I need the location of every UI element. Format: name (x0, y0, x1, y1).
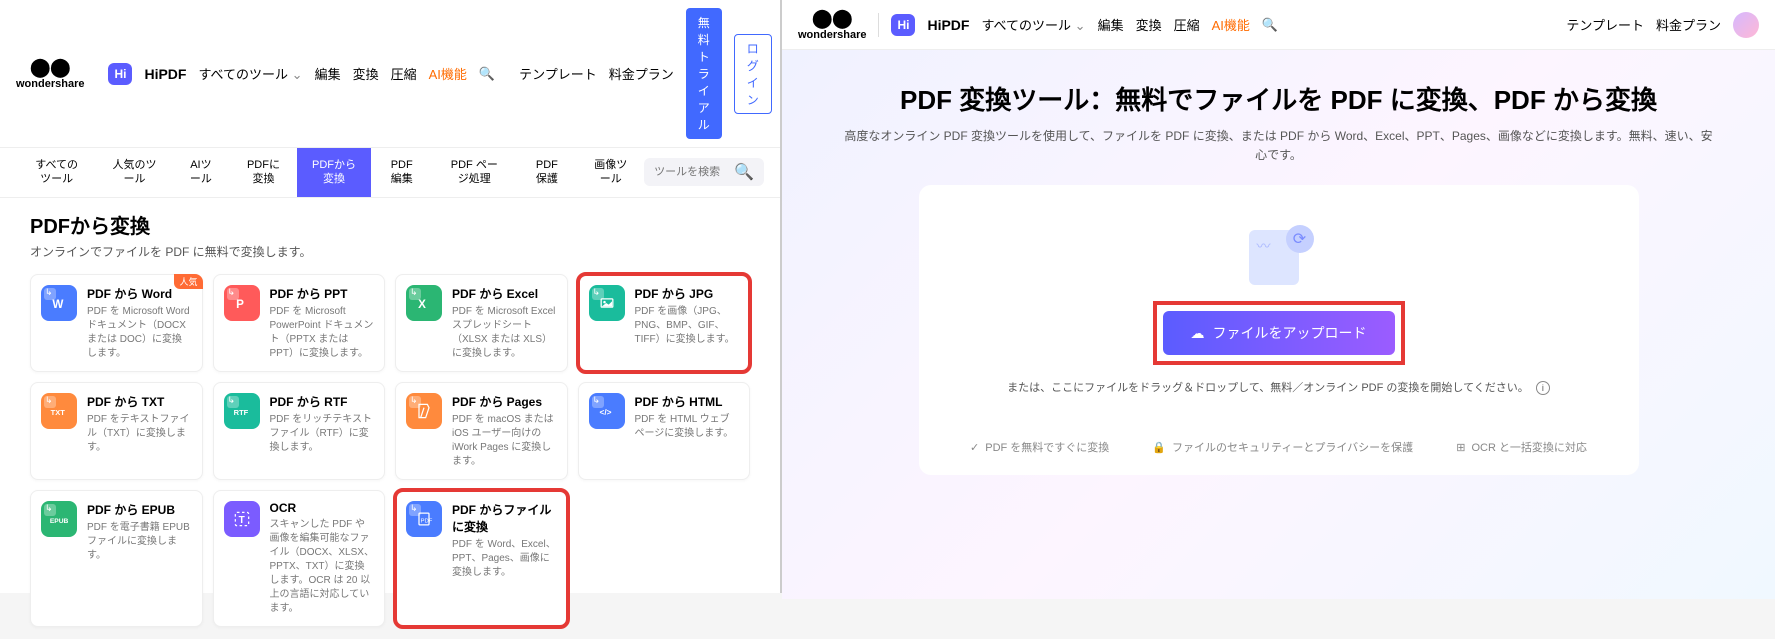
hipdf-logo-text[interactable]: HiPDF (144, 66, 186, 82)
card-pdf-to-epub[interactable]: EPUB PDF から EPUBPDF を電子書籍 EPUB ファイルに変換しま… (30, 490, 203, 627)
features-row: ✓PDF を無料ですぐに変換 🔒ファイルのセキュリティーとプライバシーを保護 ⊞… (949, 423, 1609, 455)
html-icon: </> (589, 393, 625, 429)
feature-free: ✓PDF を無料ですぐに変換 (970, 439, 1109, 455)
hipdf-logo-text[interactable]: HiPDF (927, 17, 969, 33)
nav-compress[interactable]: 圧縮 (391, 64, 417, 83)
cloud-upload-icon: ☁ (1191, 325, 1205, 342)
tab-protect[interactable]: PDF 保護 (516, 148, 577, 197)
nav-convert[interactable]: 変換 (1136, 15, 1162, 34)
tab-ai[interactable]: AIツール (172, 148, 231, 197)
search-icon[interactable]: 🔍 (734, 162, 754, 182)
check-icon: ✓ (970, 441, 979, 454)
excel-icon: X (406, 285, 442, 321)
header-right: ⬤⬤ wondershare Hi HiPDF すべてのツール 編集 変換 圧縮… (782, 0, 1775, 50)
hipdf-icon[interactable]: Hi (108, 63, 132, 85)
nav-edit[interactable]: 編集 (315, 64, 341, 83)
tab-edit[interactable]: PDF 編集 (371, 148, 432, 197)
feature-ocr: ⊞OCR と一括変換に対応 (1456, 439, 1587, 455)
file-icon: PDF (406, 501, 442, 537)
wondershare-icon: ⬤⬤ (30, 57, 70, 78)
upload-box[interactable]: ⟳ ☁ ファイルをアップロード または、ここにファイルをドラッグ＆ドロップして、… (919, 185, 1639, 475)
card-pdf-to-html[interactable]: </> PDF から HTMLPDF を HTML ウェブページに変換します。 (578, 382, 751, 480)
popular-badge: 人気 (174, 274, 202, 289)
upload-illustration: ⟳ (1244, 225, 1314, 285)
tab-all-tools[interactable]: すべてのツール (16, 148, 97, 197)
tab-to-pdf[interactable]: PDFに変換 (230, 148, 297, 197)
nav-ai[interactable]: AI機能 (1212, 15, 1250, 34)
card-pdf-to-excel[interactable]: X PDF から ExcelPDF を Microsoft Excel スプレッ… (395, 274, 568, 372)
nav-all-tools[interactable]: すべてのツール (198, 64, 302, 83)
card-pdf-to-word[interactable]: 人気 W PDF から WordPDF を Microsoft Word ドキュ… (30, 274, 203, 372)
card-pdf-to-jpg[interactable]: PDF から JPGPDF を画像（JPG、PNG、BMP、GIF、TIFF）に… (578, 274, 751, 372)
tabs-row: すべてのツール 人気のツール AIツール PDFに変換 PDFから変換 PDF … (0, 148, 780, 198)
pages-icon (406, 393, 442, 429)
nav-template[interactable]: テンプレート (1566, 15, 1644, 34)
nav-ai[interactable]: AI機能 (429, 64, 467, 83)
divider (878, 13, 879, 37)
tab-from-pdf[interactable]: PDFから変換 (297, 148, 371, 197)
rtf-icon: RTF (224, 393, 260, 429)
nav-compress[interactable]: 圧縮 (1174, 15, 1200, 34)
card-pdf-to-rtf[interactable]: RTF PDF から RTFPDF をリッチテキストファイル（RTF）に変換しま… (213, 382, 386, 480)
free-trial-button[interactable]: 無料トライアル (686, 8, 722, 139)
search-input[interactable] (654, 166, 734, 178)
nav-edit[interactable]: 編集 (1098, 15, 1124, 34)
card-pdf-to-ppt[interactable]: P PDF から PPTPDF を Microsoft PowerPoint ド… (213, 274, 386, 372)
card-pdf-to-file[interactable]: PDF PDF からファイルに変換PDF を Word、Excel、PPT、Pa… (395, 490, 568, 627)
ocr-icon: T (224, 501, 260, 537)
card-pdf-to-txt[interactable]: TXT PDF から TXTPDF をテキストファイル（TXT）に変換します。 (30, 382, 203, 480)
wondershare-logo[interactable]: ⬤⬤ wondershare (798, 8, 866, 41)
txt-icon: TXT (41, 393, 77, 429)
login-button[interactable]: ログイン (734, 34, 772, 114)
nav-template[interactable]: テンプレート (519, 64, 597, 83)
refresh-icon: ⟳ (1286, 225, 1314, 253)
nav-pricing[interactable]: 料金プラン (609, 64, 674, 83)
word-icon: W (41, 285, 77, 321)
svg-text:</>: </> (599, 407, 611, 417)
upload-button[interactable]: ☁ ファイルをアップロード (1163, 311, 1395, 355)
svg-text:TXT: TXT (51, 408, 66, 417)
hero-title: PDF 変換ツール：無料でファイルを PDF に変換、PDF から変換 (842, 80, 1715, 117)
wondershare-logo[interactable]: ⬤⬤ wondershare (16, 57, 84, 90)
search-icon[interactable]: 🔍 (1262, 17, 1278, 33)
tab-popular[interactable]: 人気のツール (97, 148, 171, 197)
drag-drop-text: または、ここにファイルをドラッグ＆ドロップして、無料／オンライン PDF の変換… (949, 379, 1609, 395)
lock-icon: 🔒 (1152, 441, 1166, 454)
tab-page[interactable]: PDF ページ処理 (432, 148, 516, 197)
tab-image[interactable]: 画像ツール (577, 148, 644, 197)
ppt-icon: P (224, 285, 260, 321)
avatar[interactable] (1733, 12, 1759, 38)
wondershare-icon: ⬤⬤ (812, 8, 852, 29)
svg-text:EPUB: EPUB (50, 518, 69, 525)
search-icon[interactable]: 🔍 (479, 66, 495, 82)
hipdf-icon[interactable]: Hi (891, 14, 915, 36)
svg-text:RTF: RTF (233, 408, 248, 417)
nav-all-tools[interactable]: すべてのツール (981, 15, 1085, 34)
search-box[interactable]: 🔍 (644, 158, 764, 186)
page-subtitle: オンラインでファイルを PDF に無料で変換します。 (30, 243, 750, 260)
header-left: ⬤⬤ wondershare Hi HiPDF すべてのツール 編集 変換 圧縮… (0, 0, 780, 148)
epub-icon: EPUB (41, 501, 77, 537)
scan-icon: ⊞ (1456, 441, 1465, 454)
svg-text:T: T (238, 515, 244, 526)
hero-subtitle: 高度なオンライン PDF 変換ツールを使用して、ファイルを PDF に変換、また… (842, 127, 1715, 165)
jpg-icon (589, 285, 625, 321)
card-ocr[interactable]: T OCRスキャンした PDF や画像を編集可能なファイル（DOCX、XLSX、… (213, 490, 386, 627)
info-icon[interactable]: i (1536, 381, 1550, 395)
feature-security: 🔒ファイルのセキュリティーとプライバシーを保護 (1152, 439, 1413, 455)
card-pdf-to-pages[interactable]: PDF から PagesPDF を macOS または iOS ユーザー向けの … (395, 382, 568, 480)
nav-convert[interactable]: 変換 (353, 64, 379, 83)
nav-pricing[interactable]: 料金プラン (1656, 15, 1721, 34)
page-title: PDFから変換 (30, 210, 750, 239)
svg-text:PDF: PDF (421, 518, 433, 524)
